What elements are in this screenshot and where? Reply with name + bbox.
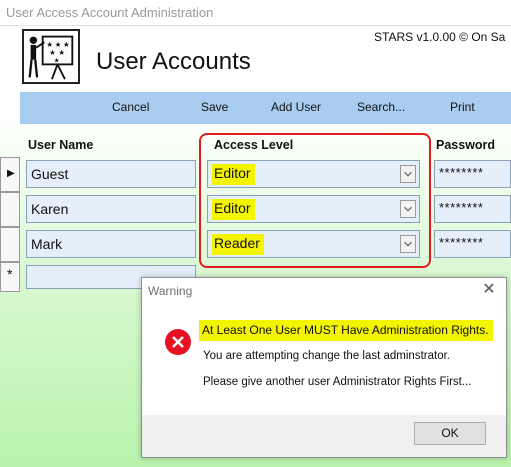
search-button[interactable]: Search... — [357, 100, 405, 114]
svg-text:★: ★ — [54, 58, 60, 65]
password-field[interactable]: ******** — [434, 160, 511, 188]
save-button[interactable]: Save — [201, 100, 228, 114]
user-name-field[interactable]: Karen — [26, 195, 196, 223]
column-header-user-name: User Name — [28, 138, 94, 152]
dialog-message-main: At Least One User MUST Have Administrati… — [199, 320, 493, 341]
window-title: User Access Account Administration — [6, 5, 214, 20]
new-row-marker: * — [7, 266, 13, 282]
password-field[interactable]: ******** — [434, 195, 511, 223]
user-name-field[interactable]: Guest — [26, 160, 196, 188]
ok-button[interactable]: OK — [414, 422, 486, 445]
dialog-message-line3: Please give another user Administrator R… — [203, 376, 472, 388]
row-selector[interactable]: * — [0, 262, 20, 292]
dialog-message-line2: You are attempting change the last admin… — [203, 350, 450, 362]
current-row-marker: ▶ — [7, 168, 15, 179]
dialog-footer: OK — [142, 415, 506, 457]
error-icon — [164, 328, 192, 356]
row-selector[interactable] — [0, 227, 20, 262]
row-selector[interactable] — [0, 192, 20, 227]
column-header-password: Password — [436, 138, 496, 152]
add-user-button[interactable]: Add User — [271, 100, 321, 114]
svg-text:★: ★ — [49, 48, 56, 57]
annotation-highlight-box — [199, 133, 431, 268]
dialog-title: Warning — [148, 284, 193, 298]
password-field[interactable]: ******** — [434, 230, 511, 258]
window-titlebar: User Access Account Administration — [0, 0, 511, 26]
close-icon[interactable]: ✕ — [478, 280, 500, 300]
warning-dialog: Warning ✕ At Least One User MUST Have Ad… — [141, 277, 507, 458]
page-title: User Accounts — [96, 48, 251, 75]
cancel-button[interactable]: Cancel — [112, 100, 149, 114]
version-text: STARS v1.0.00 © On Sa — [374, 30, 506, 44]
presentation-board-logo-icon: ★ ★ ★ ★ ★ ★ — [22, 29, 80, 84]
svg-text:★: ★ — [58, 48, 65, 57]
user-name-field[interactable]: Mark — [26, 230, 196, 258]
print-button[interactable]: Print — [450, 100, 475, 114]
row-selector[interactable]: ▶ — [0, 157, 20, 192]
toolbar: Cancel Save Add User Search... Print — [20, 92, 511, 124]
